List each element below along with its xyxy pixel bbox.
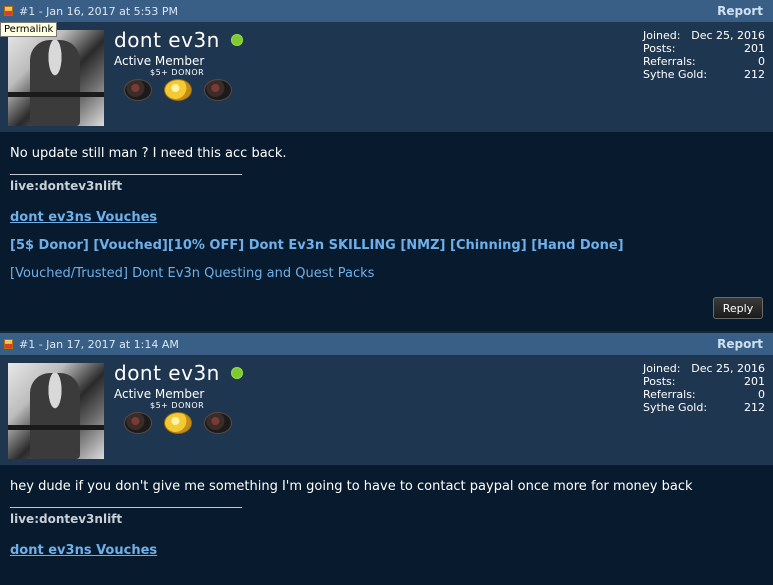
avatar[interactable] (8, 30, 104, 126)
user-stats: Joined: Dec 25, 2016 Posts: 201 Referrals:… (643, 29, 765, 81)
stat-label: Referrals: (643, 388, 696, 401)
signature-live: live:dontev3nlift (10, 512, 123, 526)
post-1: #1 - Jan 16, 2017 at 5:53 PM Report dont… (0, 0, 773, 331)
post-body: hey dude if you don't give me something … (0, 465, 773, 585)
post-header: #1 - Jan 17, 2017 at 1:14 AM Report (0, 333, 773, 355)
questing-link[interactable]: [Vouched/Trusted] Dont Ev3n Questing and… (10, 266, 763, 281)
dark-medal-icon (124, 412, 152, 434)
stat-joined: Dec 25, 2016 (691, 29, 765, 42)
stat-label: Posts: (643, 42, 676, 55)
stat-posts: 201 (744, 375, 765, 388)
stat-label: Referrals: (643, 55, 696, 68)
report-link[interactable]: Report (717, 337, 763, 351)
online-status-icon (231, 34, 243, 46)
user-title: Active Member (114, 387, 205, 401)
post-icon (4, 339, 13, 349)
username[interactable]: dont ev3n (114, 361, 220, 385)
post-permalink[interactable]: #1 - Jan 16, 2017 at 5:53 PM (19, 5, 178, 18)
reply-button[interactable]: Reply (713, 297, 763, 319)
signature-live: live:dontev3nlift (10, 179, 123, 193)
badge-list (124, 412, 232, 434)
post-2: #1 - Jan 17, 2017 at 1:14 AM Report dont… (0, 333, 773, 585)
signature-divider (10, 507, 242, 508)
permalink-tooltip: Permalink (0, 22, 58, 37)
post-permalink[interactable]: #1 - Jan 17, 2017 at 1:14 AM (19, 338, 179, 351)
skilling-link[interactable]: [5$ Donor] [Vouched][10% OFF] Dont Ev3n … (10, 238, 763, 253)
donor-badge: $5+ DONOR (150, 401, 205, 410)
stat-label: Joined: (643, 362, 681, 375)
stat-label: Sythe Gold: (643, 401, 708, 414)
post-message: No update still man ? I need this acc ba… (10, 146, 287, 161)
stat-joined: Dec 25, 2016 (691, 362, 765, 375)
stat-gold: 212 (744, 68, 765, 81)
vouches-link[interactable]: dont ev3ns Vouches (10, 543, 157, 558)
post-header: #1 - Jan 16, 2017 at 5:53 PM Report (0, 0, 773, 22)
user-stats: Joined: Dec 25, 2016 Posts: 201 Referrals:… (643, 362, 765, 414)
donor-badge: $5+ DONOR (150, 68, 205, 77)
stat-referrals: 0 (758, 388, 765, 401)
gold-coins-icon (164, 79, 192, 101)
stat-posts: 201 (744, 42, 765, 55)
user-info-bar: dont ev3n Active Member $5+ DONOR Joined… (0, 22, 773, 132)
post-icon (4, 6, 13, 16)
user-info-bar: dont ev3n Active Member $5+ DONOR Joined… (0, 355, 773, 465)
stat-label: Sythe Gold: (643, 68, 708, 81)
signature-divider (10, 174, 242, 175)
badge-list (124, 79, 232, 101)
user-title: Active Member (114, 54, 205, 68)
username[interactable]: dont ev3n (114, 28, 220, 52)
dark-medal-icon (124, 79, 152, 101)
post-message: hey dude if you don't give me something … (10, 479, 693, 494)
online-status-icon (231, 367, 243, 379)
stat-gold: 212 (744, 401, 765, 414)
vouches-link[interactable]: dont ev3ns Vouches (10, 210, 157, 225)
stat-label: Joined: (643, 29, 681, 42)
stat-referrals: 0 (758, 55, 765, 68)
report-link[interactable]: Report (717, 4, 763, 18)
post-body: No update still man ? I need this acc ba… (0, 132, 773, 331)
gold-coins-icon (164, 412, 192, 434)
dark-medal-icon (204, 412, 232, 434)
dark-medal-icon (204, 79, 232, 101)
stat-label: Posts: (643, 375, 676, 388)
avatar[interactable] (8, 363, 104, 459)
